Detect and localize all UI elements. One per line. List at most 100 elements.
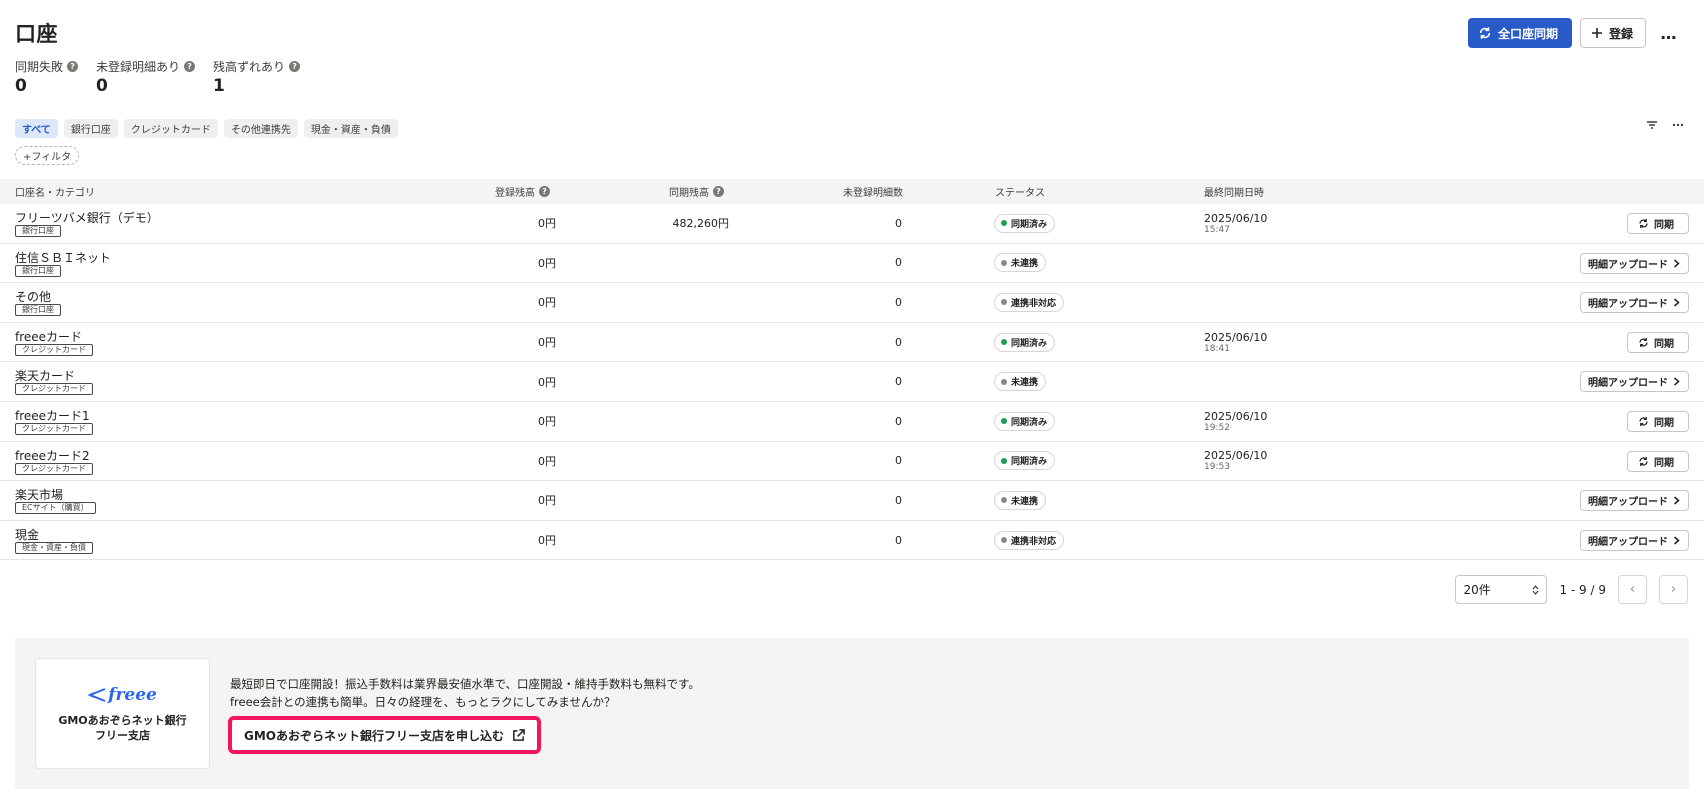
help-icon[interactable]: ? [289, 61, 301, 72]
account-category-tag: ECサイト（購買） [15, 502, 96, 515]
th-last-sync: 最終同期日時 [1204, 179, 1264, 204]
unregistered-count: 0 [895, 414, 902, 428]
stat-value: 0 [96, 76, 108, 96]
freee-logo: freee [88, 685, 157, 705]
th-synced: 同期残高? [669, 179, 724, 204]
promo-banner: freee GMOあおぞらネット銀行 フリー支店 最短即日で口座開設！振込手数料… [15, 638, 1689, 789]
table-row[interactable]: freeeカード1 クレジットカード 0円 0 同期済み 2025/06/10 19:52 同… [0, 402, 1704, 442]
apply-gmo-button[interactable]: GMOあおぞらネット銀行フリー支店を申し込む [228, 716, 541, 754]
table-row[interactable]: フリーツバメ銀行（デモ） 銀行口座 0円 482,260円 0 同期済み 2025/06/1… [0, 204, 1704, 244]
account-category-tag: 銀行口座 [15, 225, 61, 237]
th-name-label: 口座名・カテゴリ [15, 188, 95, 199]
account-name[interactable]: freeeカード2 [15, 447, 90, 464]
sync-button-label: 同期 [1654, 417, 1674, 429]
table-row[interactable]: freeeカード クレジットカード 0円 0 同期済み 2025/06/10 18:41 同期 [0, 323, 1704, 363]
last-sync-time: 18:41 [1204, 343, 1230, 354]
help-icon[interactable]: ? [713, 186, 724, 197]
upload-statements-button[interactable]: 明細アップロード [1580, 490, 1689, 512]
sync-button-label: 同期 [1654, 338, 1674, 350]
promo-card-title: GMOあおぞらネット銀行 フリー支店 [58, 713, 186, 743]
last-sync-date: 2025/06/10 [1204, 211, 1268, 225]
plus-icon [1591, 28, 1602, 38]
sync-button[interactable]: 同期 [1627, 450, 1689, 472]
chevron-right-icon [1674, 298, 1680, 307]
account-category-tag: 現金・資産・負債 [15, 541, 93, 554]
sync-all-label: 全口座同期 [1497, 26, 1558, 41]
next-page-button[interactable]: › [1659, 575, 1688, 604]
upload-statements-button[interactable]: 明細アップロード [1580, 292, 1689, 314]
unregistered-count: 0 [895, 375, 902, 389]
table-row[interactable]: 楽天カード クレジットカード 0円 0 未連携 明細アップロード [0, 362, 1704, 402]
account-name[interactable]: その他 [15, 288, 51, 305]
sync-button[interactable]: 同期 [1627, 213, 1689, 234]
account-category-tag: クレジットカード [15, 462, 93, 475]
chip-cash-assets[interactable]: 現金・資産・負債 [303, 119, 398, 138]
table-row[interactable]: 現金 現金・資産・負債 0円 0 連携非対応 明細アップロード [0, 521, 1704, 561]
table-row[interactable]: その他 銀行口座 0円 0 連携非対応 明細アップロード [0, 283, 1704, 323]
unregistered-count: 0 [895, 295, 902, 309]
account-name[interactable]: 現金 [15, 526, 39, 543]
account-name[interactable]: 楽天市場 [15, 486, 63, 503]
add-filter-button[interactable]: +フィルタ [15, 146, 80, 165]
status-dot [1001, 457, 1007, 464]
chip-bank[interactable]: 銀行口座 [63, 119, 118, 138]
status-dot [1001, 418, 1007, 425]
account-category-tag: 銀行口座 [15, 264, 61, 277]
sync-button[interactable]: 同期 [1627, 410, 1689, 432]
account-category-tag: クレジットカード [15, 422, 93, 435]
table-body: フリーツバメ銀行（デモ） 銀行口座 0円 482,260円 0 同期済み 2025/06/1… [0, 204, 1704, 561]
accounts-table: 口座名・カテゴリ 登録残高? 同期残高? 未登録明細数 ステータス 最終同期日時… [0, 179, 1704, 561]
unregistered-count: 0 [895, 216, 902, 230]
filter-chips: すべて 銀行口座 クレジットカード その他連携先 現金・資産・負債 [15, 119, 398, 138]
unregistered-count: 0 [895, 493, 902, 507]
registered-balance: 0円 [538, 296, 556, 310]
promo-text: 最短即日で口座開設！振込手数料は業界最安値水準で、口座開設・維持手数料も無料です… [230, 675, 700, 711]
help-icon[interactable]: ? [539, 186, 550, 197]
help-icon[interactable]: ? [67, 61, 79, 72]
account-name[interactable]: 住信ＳＢＩネット [15, 249, 111, 266]
filter-icon[interactable] [1646, 120, 1658, 130]
account-category-tag: 銀行口座 [15, 304, 61, 317]
more-icon: … [1660, 23, 1678, 43]
stat-label: 未登録明細あり [96, 60, 181, 74]
chip-all[interactable]: すべて [15, 119, 58, 138]
status-dot [1001, 259, 1007, 266]
account-name[interactable]: freeeカード1 [15, 407, 90, 424]
status-label: 連携非対応 [1011, 536, 1057, 547]
account-name[interactable]: フリーツバメ銀行（デモ） [15, 209, 159, 226]
registered-balance: 0円 [538, 336, 556, 350]
account-name[interactable]: freeeカード [15, 328, 82, 345]
more-menu-button[interactable]: … [1654, 18, 1684, 48]
th-last-sync-label: 最終同期日時 [1204, 188, 1264, 199]
register-button[interactable]: 登録 [1579, 18, 1646, 48]
registered-balance: 0円 [538, 217, 556, 231]
status-label: 未連携 [1011, 496, 1039, 507]
sync-button-label: 同期 [1654, 220, 1674, 231]
upload-statements-button[interactable]: 明細アップロード [1580, 252, 1689, 274]
stat-sync-failed: 同期失敗? 0 [15, 58, 79, 96]
sync-button[interactable]: 同期 [1627, 331, 1689, 353]
chevron-right-icon [1674, 536, 1680, 545]
chip-credit-card[interactable]: クレジットカード [123, 119, 218, 138]
more-horizontal-icon[interactable] [1672, 123, 1684, 127]
table-row[interactable]: 楽天市場 ECサイト（購買） 0円 0 未連携 明細アップロード [0, 481, 1704, 521]
table-row[interactable]: freeeカード2 クレジットカード 0円 0 同期済み 2025/06/10 19:53 同… [0, 442, 1704, 482]
prev-page-button[interactable]: ‹ [1618, 575, 1647, 604]
sync-all-button[interactable]: 全口座同期 [1467, 18, 1572, 48]
table-row[interactable]: 住信ＳＢＩネット 銀行口座 0円 0 未連携 明細アップロード [0, 244, 1704, 284]
status-badge: 同期済み [994, 332, 1056, 352]
status-label: 同期済み [1011, 457, 1048, 468]
th-registered: 登録残高? [495, 179, 550, 204]
upload-statements-button[interactable]: 明細アップロード [1580, 529, 1689, 551]
per-page-select[interactable]: 20件 [1455, 575, 1548, 604]
chip-other[interactable]: その他連携先 [223, 119, 298, 138]
unregistered-count: 0 [895, 335, 902, 349]
help-icon[interactable]: ? [184, 61, 196, 72]
upload-statements-button[interactable]: 明細アップロード [1580, 371, 1689, 393]
status-label: 同期済み [1011, 338, 1048, 349]
chevron-right-icon [1674, 259, 1680, 268]
stat-value: 1 [213, 76, 225, 96]
account-name[interactable]: 楽天カード [15, 367, 75, 384]
status-dot [1001, 299, 1007, 306]
last-sync-time: 19:52 [1204, 422, 1230, 433]
